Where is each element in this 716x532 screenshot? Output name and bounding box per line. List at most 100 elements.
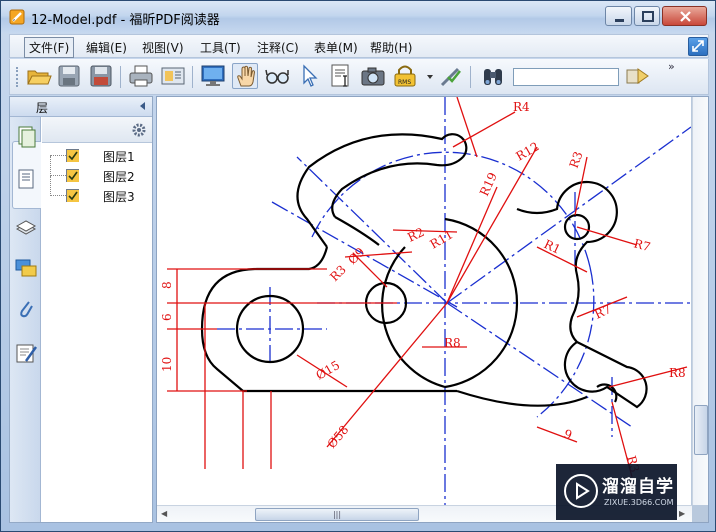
layers-icon[interactable]	[14, 215, 38, 239]
dim-r2-label: R2	[405, 225, 426, 245]
dim-8-label: 8	[160, 281, 174, 289]
menu-edit[interactable]: 编辑(E)	[82, 38, 131, 57]
sign-tool-icon	[440, 67, 461, 87]
minimize-button[interactable]	[605, 6, 632, 26]
toolbar: RMS »	[9, 59, 709, 95]
layer-checkbox[interactable]	[66, 169, 79, 182]
title-bar: 12-Model.pdf - 福昕PDF阅读器	[1, 1, 715, 33]
open-button[interactable]	[26, 63, 52, 89]
print-button[interactable]	[128, 63, 154, 89]
open-folder-icon	[27, 70, 52, 85]
search-next-icon	[626, 68, 649, 84]
comments-icon[interactable]	[14, 257, 38, 281]
layer-item[interactable]: 图层2	[42, 156, 152, 186]
check-icon	[67, 150, 79, 162]
layers-toolbar	[42, 117, 152, 143]
dim-r12-label: R12	[514, 139, 542, 163]
text-select-icon	[331, 64, 349, 87]
menu-file[interactable]: 文件(F)	[24, 37, 75, 58]
document-viewport[interactable]: R4 R12 R3 R19 R2 R11 R1 R7 R7 R8 R8 R3 Ø…	[156, 96, 709, 523]
scroll-right-icon[interactable]: ▶	[679, 509, 685, 518]
vertical-scrollbar[interactable]	[692, 97, 708, 505]
rms-button[interactable]: RMS	[392, 63, 418, 89]
dim-d58-label: Ø58	[325, 423, 352, 451]
scroll-left-icon[interactable]: ◀	[161, 509, 167, 518]
watermark: 溜溜自学 ZIXUE.3D66.COM	[556, 464, 677, 520]
check-icon	[67, 190, 79, 202]
save-button[interactable]	[56, 63, 82, 89]
text-select-button[interactable]	[328, 63, 354, 89]
fullscreen-button[interactable]	[200, 63, 226, 89]
attachment-icon[interactable]	[14, 297, 38, 321]
glasses-icon	[265, 69, 289, 84]
dim-r8-label: R8	[444, 336, 461, 350]
menu-form[interactable]: 表单(M)	[310, 38, 362, 57]
search-next-button[interactable]	[624, 63, 650, 89]
pages-icon[interactable]	[14, 125, 38, 149]
snapshot-button[interactable]	[360, 63, 386, 89]
dropdown-arrow-icon[interactable]	[426, 74, 434, 80]
window-title: 12-Model.pdf - 福昕PDF阅读器	[31, 13, 220, 28]
toolbar-separator	[470, 66, 471, 88]
toolbar-grip[interactable]	[16, 67, 19, 87]
menu-tools[interactable]: 工具(T)	[196, 38, 245, 57]
dim-r19-label: R19	[477, 170, 500, 198]
expand-arrows-icon	[692, 40, 704, 52]
page-setup-button[interactable]	[160, 63, 186, 89]
gear-icon[interactable]	[130, 121, 148, 139]
pdf-page[interactable]: R4 R12 R3 R19 R2 R11 R1 R7 R7 R8 R8 R3 Ø…	[157, 97, 691, 505]
select-button[interactable]	[296, 63, 322, 89]
collapse-left-icon[interactable]	[138, 101, 146, 111]
toolbar-overflow-chevron[interactable]: »	[668, 60, 675, 73]
layer-label: 图层3	[103, 190, 135, 204]
toolbar-separator	[192, 66, 193, 88]
foxit-app-icon	[9, 9, 25, 25]
layers-panel-header: 层	[10, 97, 152, 117]
select-arrow-icon	[303, 64, 318, 87]
rms-lock-icon: RMS	[394, 65, 416, 87]
layer-checkbox[interactable]	[66, 149, 79, 162]
find-button[interactable]	[480, 63, 506, 89]
maximize-button[interactable]	[634, 6, 660, 26]
dimension-labels: R4 R12 R3 R19 R2 R11 R1 R7 R7 R8 R8 R3 Ø…	[160, 100, 686, 474]
layer-item[interactable]: 图层1	[42, 146, 152, 166]
layers-panel-title: 层	[36, 101, 49, 115]
layer-checkbox[interactable]	[66, 189, 79, 202]
part-outline	[200, 133, 648, 409]
hand-tool-button[interactable]	[232, 63, 258, 89]
zoom-glasses-button[interactable]	[264, 63, 290, 89]
cad-drawing: R4 R12 R3 R19 R2 R11 R1 R7 R7 R8 R8 R3 Ø…	[160, 97, 691, 505]
print-icon	[129, 65, 153, 87]
dim-6-label: 6	[160, 313, 174, 321]
bookmarks-icon[interactable]	[14, 167, 38, 191]
search-input[interactable]	[513, 68, 619, 86]
save-as-icon	[90, 65, 112, 87]
fullscreen-toggle-button[interactable]	[688, 37, 708, 56]
layer-label: 图层2	[103, 170, 135, 184]
menu-help[interactable]: 帮助(H)	[366, 38, 416, 57]
watermark-title: 溜溜自学	[602, 477, 674, 497]
tree-connector	[50, 176, 51, 196]
dim-r4-label: R4	[513, 100, 530, 114]
dim-r3c-label: R3	[327, 262, 349, 284]
horizontal-scroll-thumb[interactable]: |||	[255, 508, 419, 521]
page-setup-icon	[161, 67, 185, 85]
toolbar-separator	[120, 66, 121, 88]
signature-icon[interactable]	[14, 341, 38, 365]
save-as-button[interactable]	[88, 63, 114, 89]
layers-panel: 层 图层1 图层2 图层3	[9, 96, 153, 523]
dim-r8b-label: R8	[669, 366, 686, 380]
menu-comment[interactable]: 注释(C)	[253, 38, 303, 57]
menu-view[interactable]: 视图(V)	[138, 38, 188, 57]
watermark-logo-icon	[564, 474, 598, 508]
check-icon	[67, 170, 79, 182]
rms-label: RMS	[398, 79, 411, 86]
navigation-rail	[10, 117, 41, 522]
sign-tool-button[interactable]	[438, 63, 464, 89]
vertical-scroll-thumb[interactable]	[694, 405, 708, 455]
close-button[interactable]	[662, 6, 707, 26]
watermark-subtitle: ZIXUE.3D66.COM	[604, 498, 674, 507]
dim-d15-label: Ø15	[314, 358, 343, 383]
monitor-icon	[201, 65, 225, 86]
layer-item[interactable]: 图层3	[42, 176, 152, 206]
